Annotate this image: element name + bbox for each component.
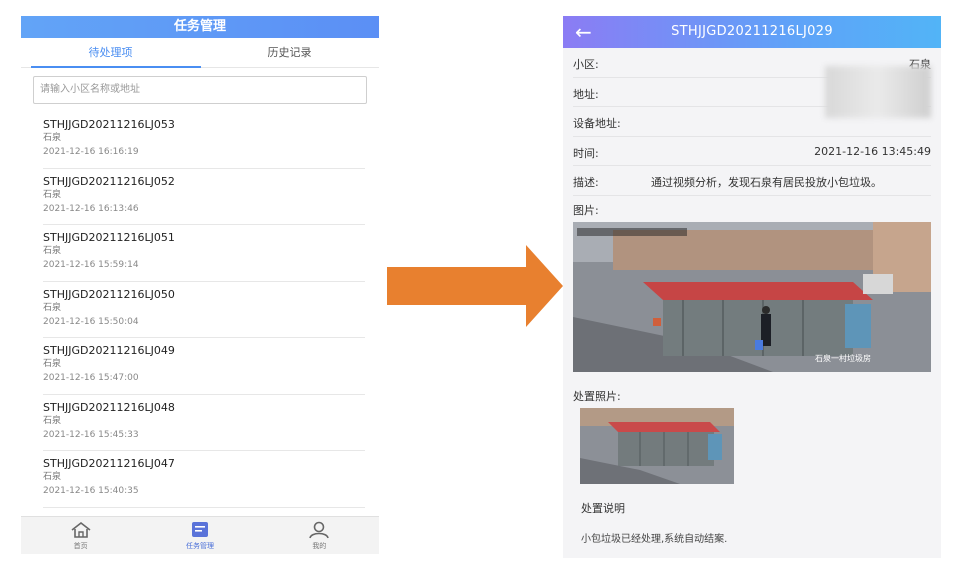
- tab-pending[interactable]: 待处理项: [21, 38, 200, 67]
- field-label: 地址:: [573, 87, 599, 101]
- list-item[interactable]: STHJJGD20211216LJ052 石泉 2021-12-16 16:13…: [43, 169, 365, 225]
- detail-header: ← STHJJGD20211216LJ029: [563, 16, 941, 48]
- list-item[interactable]: STHJJGD20211216LJ050 石泉 2021-12-16 15:50…: [43, 282, 365, 338]
- field-label: 设备地址:: [573, 117, 621, 130]
- detail-title: STHJJGD20211216LJ029: [671, 24, 833, 39]
- field-value: 2021-12-16 13:45:49: [814, 144, 931, 158]
- field-label: 描述:: [573, 176, 599, 189]
- nav-task[interactable]: 任务管理: [140, 517, 259, 554]
- task-time: 2021-12-16 16:16:19: [43, 147, 139, 157]
- task-list: STHJJGD20211216LJ053 石泉 2021-12-16 16:16…: [21, 112, 379, 522]
- nav-task-label: 任务管理: [185, 541, 214, 550]
- arrow-right-icon: [387, 245, 563, 327]
- field-time: 时间: 2021-12-16 13:45:49: [573, 137, 931, 166]
- nav-me-label: 我的: [312, 541, 327, 550]
- field-value: 通过视频分析，发现石泉有居民投放小包垃圾。: [651, 176, 882, 189]
- list-item[interactable]: STHJJGD20211216LJ049 石泉 2021-12-16 15:47…: [43, 338, 365, 395]
- task-code: STHJJGD20211216LJ048: [43, 400, 175, 414]
- task-area: 石泉: [43, 133, 62, 143]
- disposal-photo-scene: [580, 407, 734, 484]
- task-code: STHJJGD20211216LJ052: [43, 174, 175, 188]
- bottom-nav: 首页 任务管理 我的: [21, 516, 379, 554]
- task-time: 2021-12-16 15:50:04: [43, 316, 139, 327]
- nav-home[interactable]: 首页: [21, 517, 140, 554]
- search-input[interactable]: 请输入小区名称或地址: [33, 76, 367, 104]
- task-area: 石泉: [43, 246, 62, 256]
- home-icon: [71, 521, 91, 538]
- tab-history[interactable]: 历史记录: [200, 38, 379, 67]
- nav-me[interactable]: 我的: [260, 517, 379, 554]
- photo-scene: [573, 221, 931, 372]
- redacted-address: [825, 66, 931, 118]
- task-icon: [191, 521, 208, 537]
- task-code: STHJJGD20211216LJ051: [43, 231, 175, 244]
- task-area: 石泉: [43, 189, 62, 200]
- task-detail-screen: ← STHJJGD20211216LJ029 小区: 石泉 地址: 设备地址: …: [563, 16, 941, 558]
- list-item[interactable]: STHJJGD20211216LJ047 石泉 2021-12-16 15:40…: [43, 451, 365, 508]
- task-time: 2021-12-16 15:47:00: [43, 373, 139, 383]
- task-code: STHJJGD20211216LJ050: [43, 287, 175, 301]
- list-item[interactable]: STHJJGD20211216LJ048 石泉 2021-12-16 15:45…: [43, 395, 365, 451]
- task-time: 2021-12-16 16:13:46: [43, 203, 139, 214]
- camera-photo[interactable]: 石泉一村垃圾房: [573, 221, 931, 372]
- field-label: 小区:: [573, 58, 599, 71]
- task-area: 石泉: [43, 302, 62, 313]
- task-area: 石泉: [43, 415, 62, 426]
- task-list-screen: 任务管理 待处理项 历史记录 请输入小区名称或地址 STHJJGD2021121…: [21, 16, 379, 554]
- back-arrow-icon[interactable]: ←: [575, 19, 592, 45]
- disposal-desc-label: 处置说明: [581, 501, 625, 515]
- tab-bar: 待处理项 历史记录: [21, 38, 379, 68]
- task-time: 2021-12-16 15:40:35: [43, 486, 139, 496]
- field-description: 描述: 通过视频分析，发现石泉有居民投放小包垃圾。: [573, 166, 931, 196]
- task-time: 2021-12-16 15:59:14: [43, 260, 139, 270]
- task-code: STHJJGD20211216LJ053: [43, 118, 175, 131]
- field-label: 时间:: [573, 146, 599, 160]
- disposal-desc-value: 小包垃圾已经处理,系统自动结案.: [581, 533, 728, 545]
- task-code: STHJJGD20211216LJ049: [43, 344, 175, 357]
- task-area: 石泉: [43, 359, 62, 369]
- active-tab-indicator: [31, 66, 201, 68]
- page-title: 任务管理: [21, 16, 379, 38]
- photo-overlay-text: 石泉一村垃圾房: [815, 353, 871, 363]
- disposal-photo[interactable]: [580, 407, 734, 484]
- image-label: 图片:: [573, 203, 599, 217]
- nav-home-label: 首页: [73, 541, 88, 550]
- task-time: 2021-12-16 15:45:33: [43, 429, 139, 440]
- user-icon: [309, 521, 330, 538]
- disposal-photo-label: 处置照片:: [573, 389, 621, 403]
- task-code: STHJJGD20211216LJ047: [43, 457, 175, 470]
- list-item[interactable]: STHJJGD20211216LJ053 石泉 2021-12-16 16:16…: [43, 112, 365, 169]
- list-item[interactable]: STHJJGD20211216LJ051 石泉 2021-12-16 15:59…: [43, 225, 365, 282]
- task-area: 石泉: [43, 472, 62, 482]
